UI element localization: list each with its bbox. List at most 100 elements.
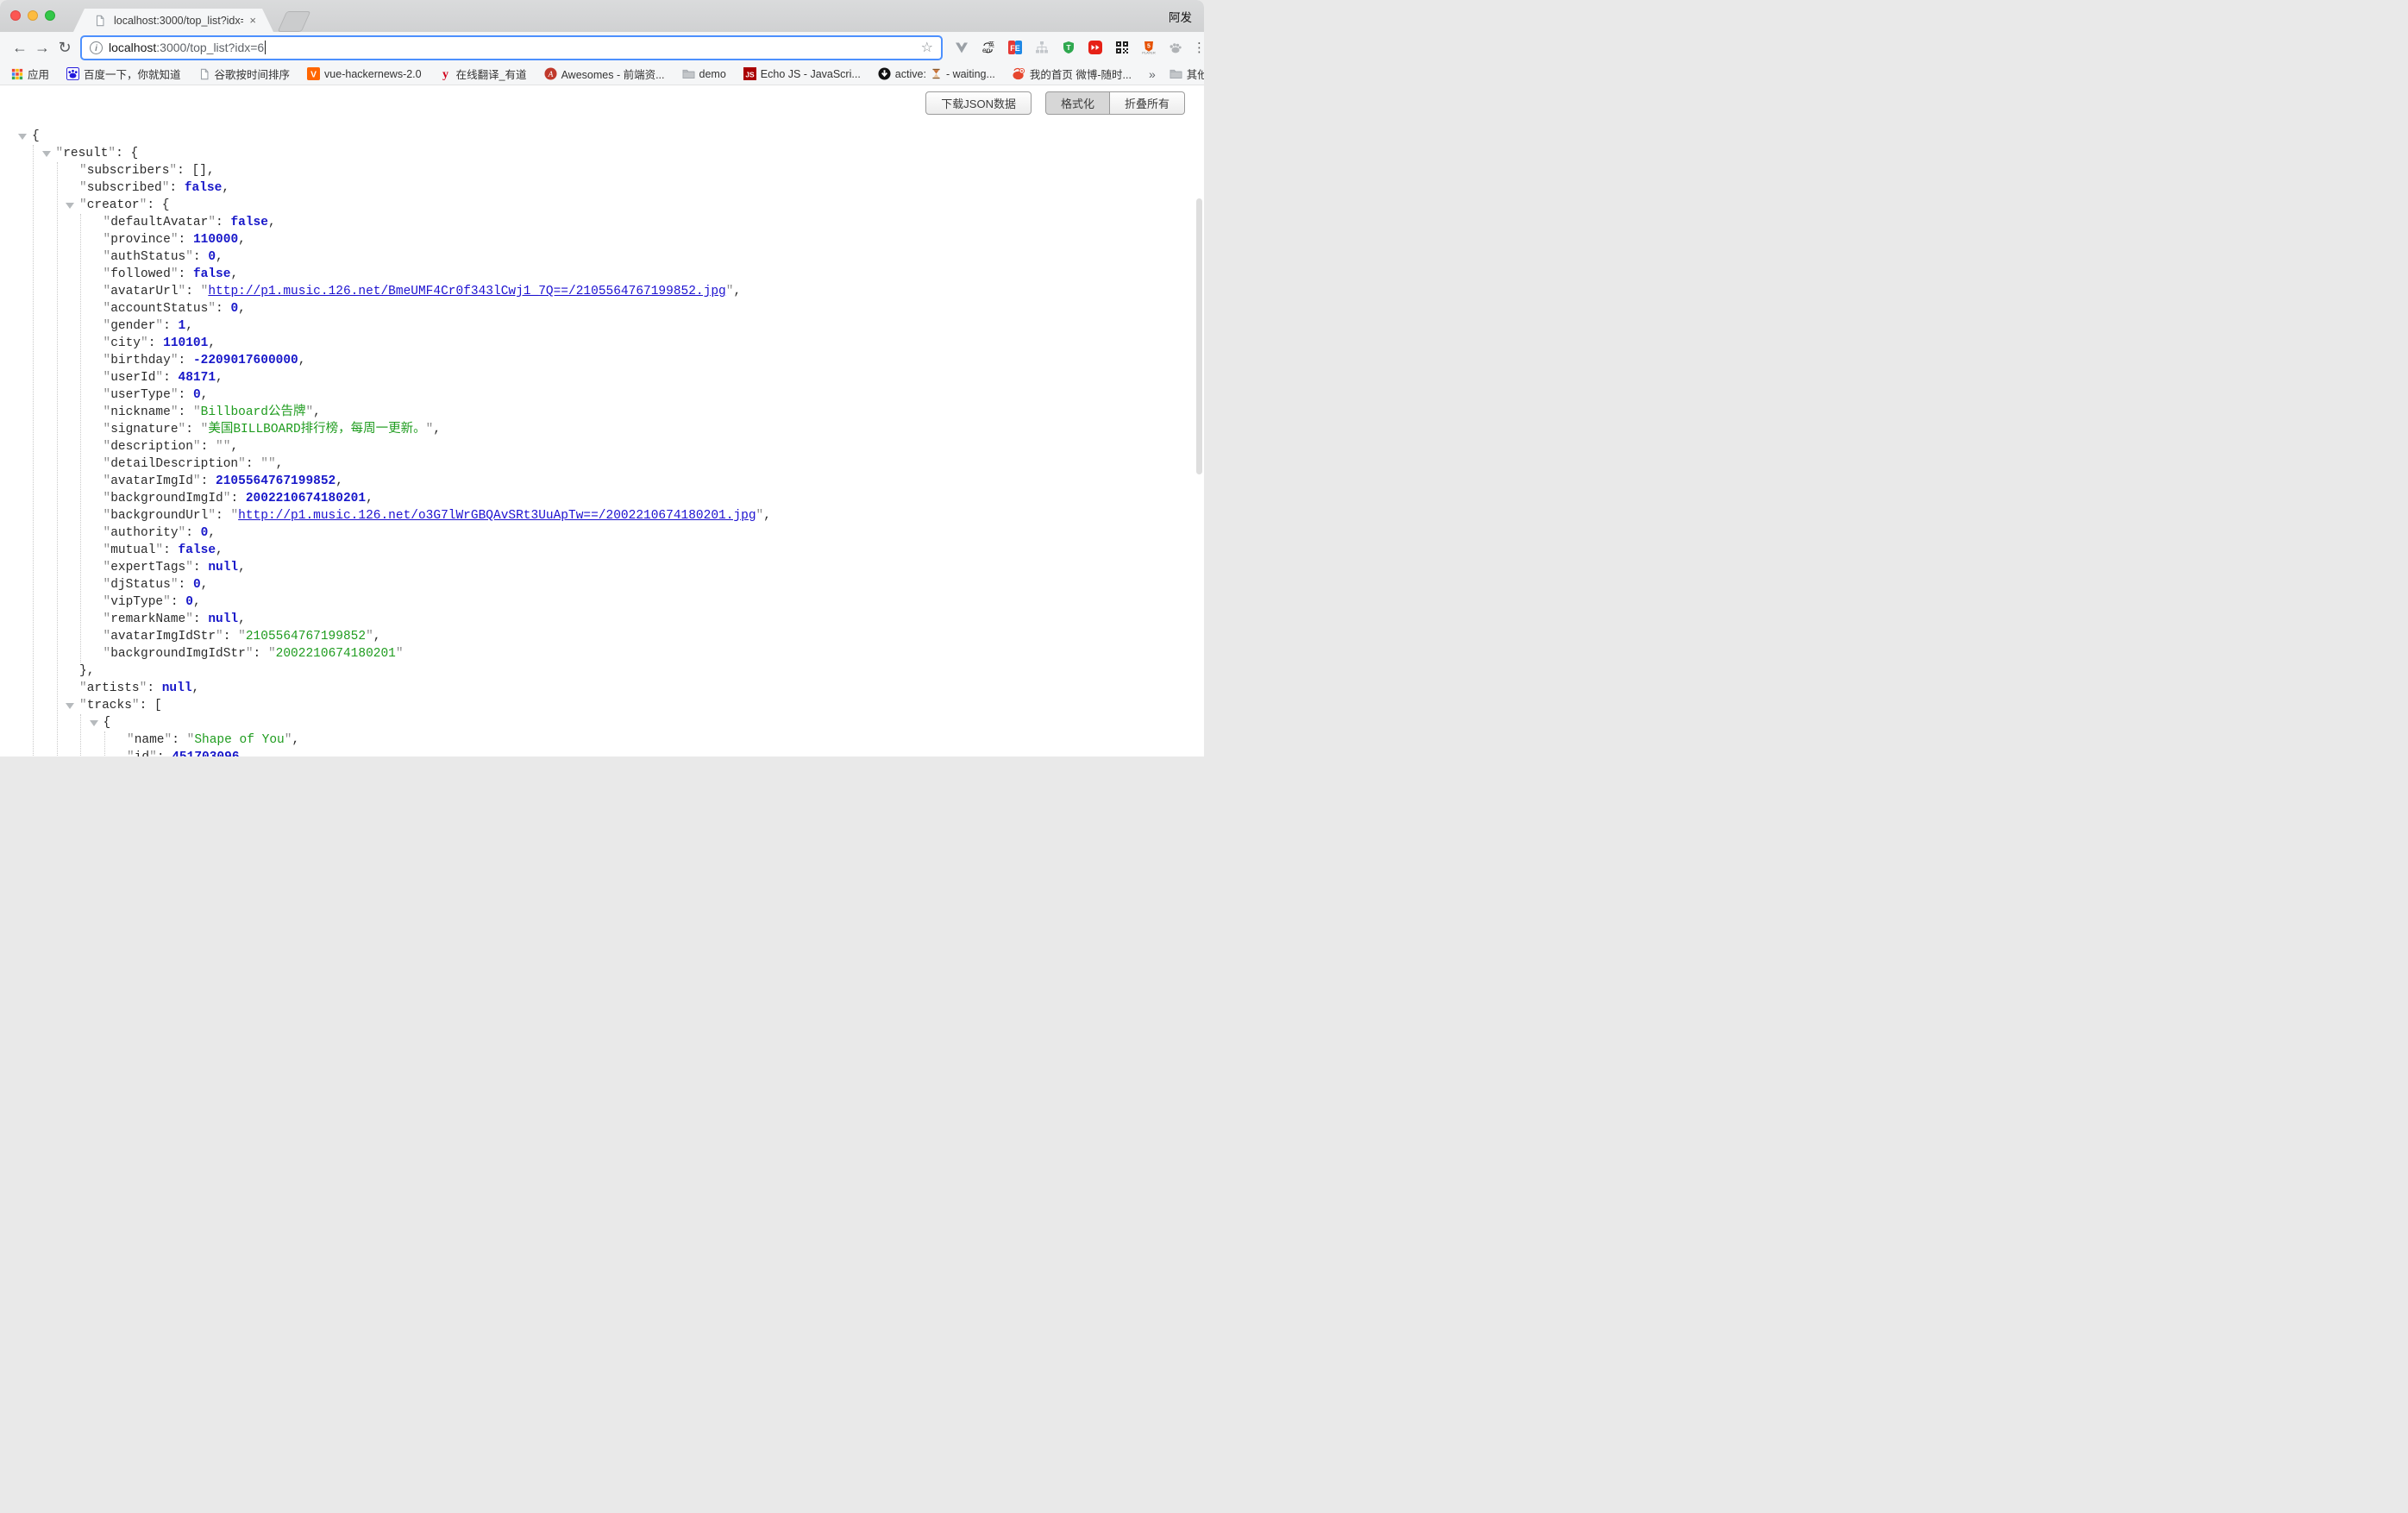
bookmarks-overflow-chevron[interactable]: » — [1149, 67, 1156, 81]
json-token: backgroundUrl — [110, 509, 208, 523]
json-token: : [], — [177, 164, 215, 178]
collapse-toggle-icon[interactable] — [66, 203, 74, 209]
vertical-scrollbar[interactable] — [1196, 198, 1202, 474]
collapse-all-button[interactable]: 折叠所有 — [1110, 91, 1185, 115]
address-bar[interactable]: i localhost:3000/top_list?idx=6 ☆ — [80, 35, 943, 60]
json-token: 48171 — [179, 371, 216, 385]
other-bookmarks-folder[interactable]: 其他书签 — [1170, 66, 1204, 82]
json-token: : — [179, 267, 193, 281]
json-token: " — [171, 267, 179, 281]
bookmark-item[interactable]: 我的首页 微博-随时... — [1013, 66, 1132, 82]
json-token: : — [216, 509, 230, 523]
json-token: " — [103, 457, 111, 471]
json-token: " — [127, 750, 135, 756]
json-token: " — [141, 336, 148, 350]
json-token: gender — [110, 319, 155, 333]
json-token: : — [179, 233, 193, 247]
json-token: : — [179, 354, 193, 367]
paw-icon[interactable] — [1168, 40, 1183, 55]
bookmark-item[interactable]: AAwesomes - 前端资... — [544, 66, 665, 82]
browser-tab[interactable]: localhost:3000/top_list?idx=6 × — [73, 9, 273, 32]
bookmark-item[interactable]: Vvue-hackernews-2.0 — [307, 67, 422, 80]
json-token: , — [230, 267, 238, 281]
json-token: , — [268, 216, 276, 229]
collapse-toggle-icon[interactable] — [66, 703, 74, 709]
json-token: " — [103, 509, 111, 523]
shield-icon[interactable]: T — [1061, 40, 1076, 55]
bookmark-item[interactable]: 百度一下，你就知道 — [66, 66, 181, 82]
weibo-icon — [1013, 67, 1025, 80]
window-zoom-button[interactable] — [45, 10, 55, 21]
translate-icon[interactable]: en英 — [981, 40, 996, 55]
json-token: : — [230, 492, 245, 505]
traffic-lights — [10, 10, 55, 21]
json-token: , — [208, 526, 216, 540]
forward-button[interactable]: → — [31, 39, 53, 57]
json-token: " — [238, 630, 246, 643]
back-button[interactable]: ← — [9, 39, 31, 57]
json-token: " — [79, 181, 87, 195]
vue-gray-icon[interactable] — [954, 40, 969, 55]
json-token: " — [185, 612, 193, 626]
json-token: subscribed — [87, 181, 162, 195]
bookmark-item[interactable]: demo — [682, 67, 726, 80]
json-token: " — [79, 164, 87, 178]
json-token: : — [172, 733, 186, 747]
url-text[interactable]: localhost:3000/top_list?idx=6 — [109, 41, 266, 54]
new-tab-button[interactable] — [278, 11, 311, 32]
json-link[interactable]: http://p1.music.126.net/o3G7lWrGBQAvSRt3… — [238, 509, 756, 523]
json-token: " — [165, 733, 172, 747]
page-info-icon[interactable]: i — [90, 41, 103, 54]
json-token: " — [260, 457, 268, 471]
json-token: creator — [87, 198, 140, 212]
window-minimize-button[interactable] — [28, 10, 38, 21]
bookmark-item[interactable]: y在线翻译_有道 — [439, 66, 527, 82]
indent-guide — [80, 714, 81, 756]
bookmark-item[interactable]: active:- waiting... — [878, 67, 995, 80]
json-link[interactable]: http://p1.music.126.net/BmeUMF4Cr0f343lC… — [208, 285, 725, 298]
bookmark-star-icon[interactable]: ☆ — [921, 39, 933, 56]
bookmark-item[interactable]: 谷歌按时间排序 — [198, 66, 291, 82]
json-token: , — [763, 509, 771, 523]
fe-icon[interactable]: FE — [1007, 40, 1023, 55]
reload-button[interactable]: ↻ — [53, 39, 76, 57]
collapse-toggle-icon[interactable] — [18, 134, 27, 140]
browser-menu-icon[interactable]: ⋮ — [1193, 40, 1204, 55]
toolbar: ← → ↻ i localhost:3000/top_list?idx=6 ☆ … — [0, 32, 1204, 63]
download-json-button[interactable]: 下载JSON数据 — [925, 91, 1032, 115]
page-icon — [92, 13, 108, 28]
json-token: : — [147, 681, 161, 695]
html5-player-icon[interactable]: 5PLAYER — [1141, 40, 1157, 55]
json-token: " — [208, 216, 216, 229]
sitemap-icon[interactable] — [1034, 40, 1050, 55]
json-line: "birthday": -2209017600000, — [0, 352, 1204, 369]
json-line: "backgroundImgIdStr": "2002210674180201" — [0, 645, 1204, 662]
tab-close-icon[interactable]: × — [249, 14, 256, 27]
bookmark-label: 在线翻译_有道 — [456, 66, 527, 82]
profile-name[interactable]: 阿发 — [1169, 8, 1192, 25]
collapse-toggle-icon[interactable] — [90, 720, 98, 726]
json-token: " — [103, 561, 111, 574]
json-token: -2209017600000 — [193, 354, 298, 367]
svg-text:A: A — [547, 71, 553, 79]
json-line: "avatarUrl": "http://p1.music.126.net/Bm… — [0, 283, 1204, 300]
svg-text:V: V — [310, 70, 317, 79]
bookmark-item[interactable]: 应用 — [11, 66, 49, 82]
json-token: , — [366, 492, 373, 505]
json-token: " — [103, 388, 111, 402]
json-token: " — [155, 371, 163, 385]
svg-text:5: 5 — [1147, 44, 1151, 50]
bookmark-label: active: — [895, 68, 926, 80]
collapse-toggle-icon[interactable] — [42, 151, 51, 157]
fast-forward-icon[interactable] — [1088, 40, 1103, 55]
qr-code-icon[interactable] — [1114, 40, 1130, 55]
hourglass-icon — [931, 68, 942, 79]
bookmark-item[interactable]: JSEcho JS - JavaScri... — [743, 67, 861, 80]
json-token: " — [79, 699, 87, 713]
json-token: , — [192, 681, 200, 695]
window-close-button[interactable] — [10, 10, 21, 21]
json-line: "nickname": "Billboard公告牌", — [0, 404, 1204, 421]
json-token: " — [103, 440, 111, 454]
format-button[interactable]: 格式化 — [1045, 91, 1110, 115]
json-token: remarkName — [110, 612, 185, 626]
